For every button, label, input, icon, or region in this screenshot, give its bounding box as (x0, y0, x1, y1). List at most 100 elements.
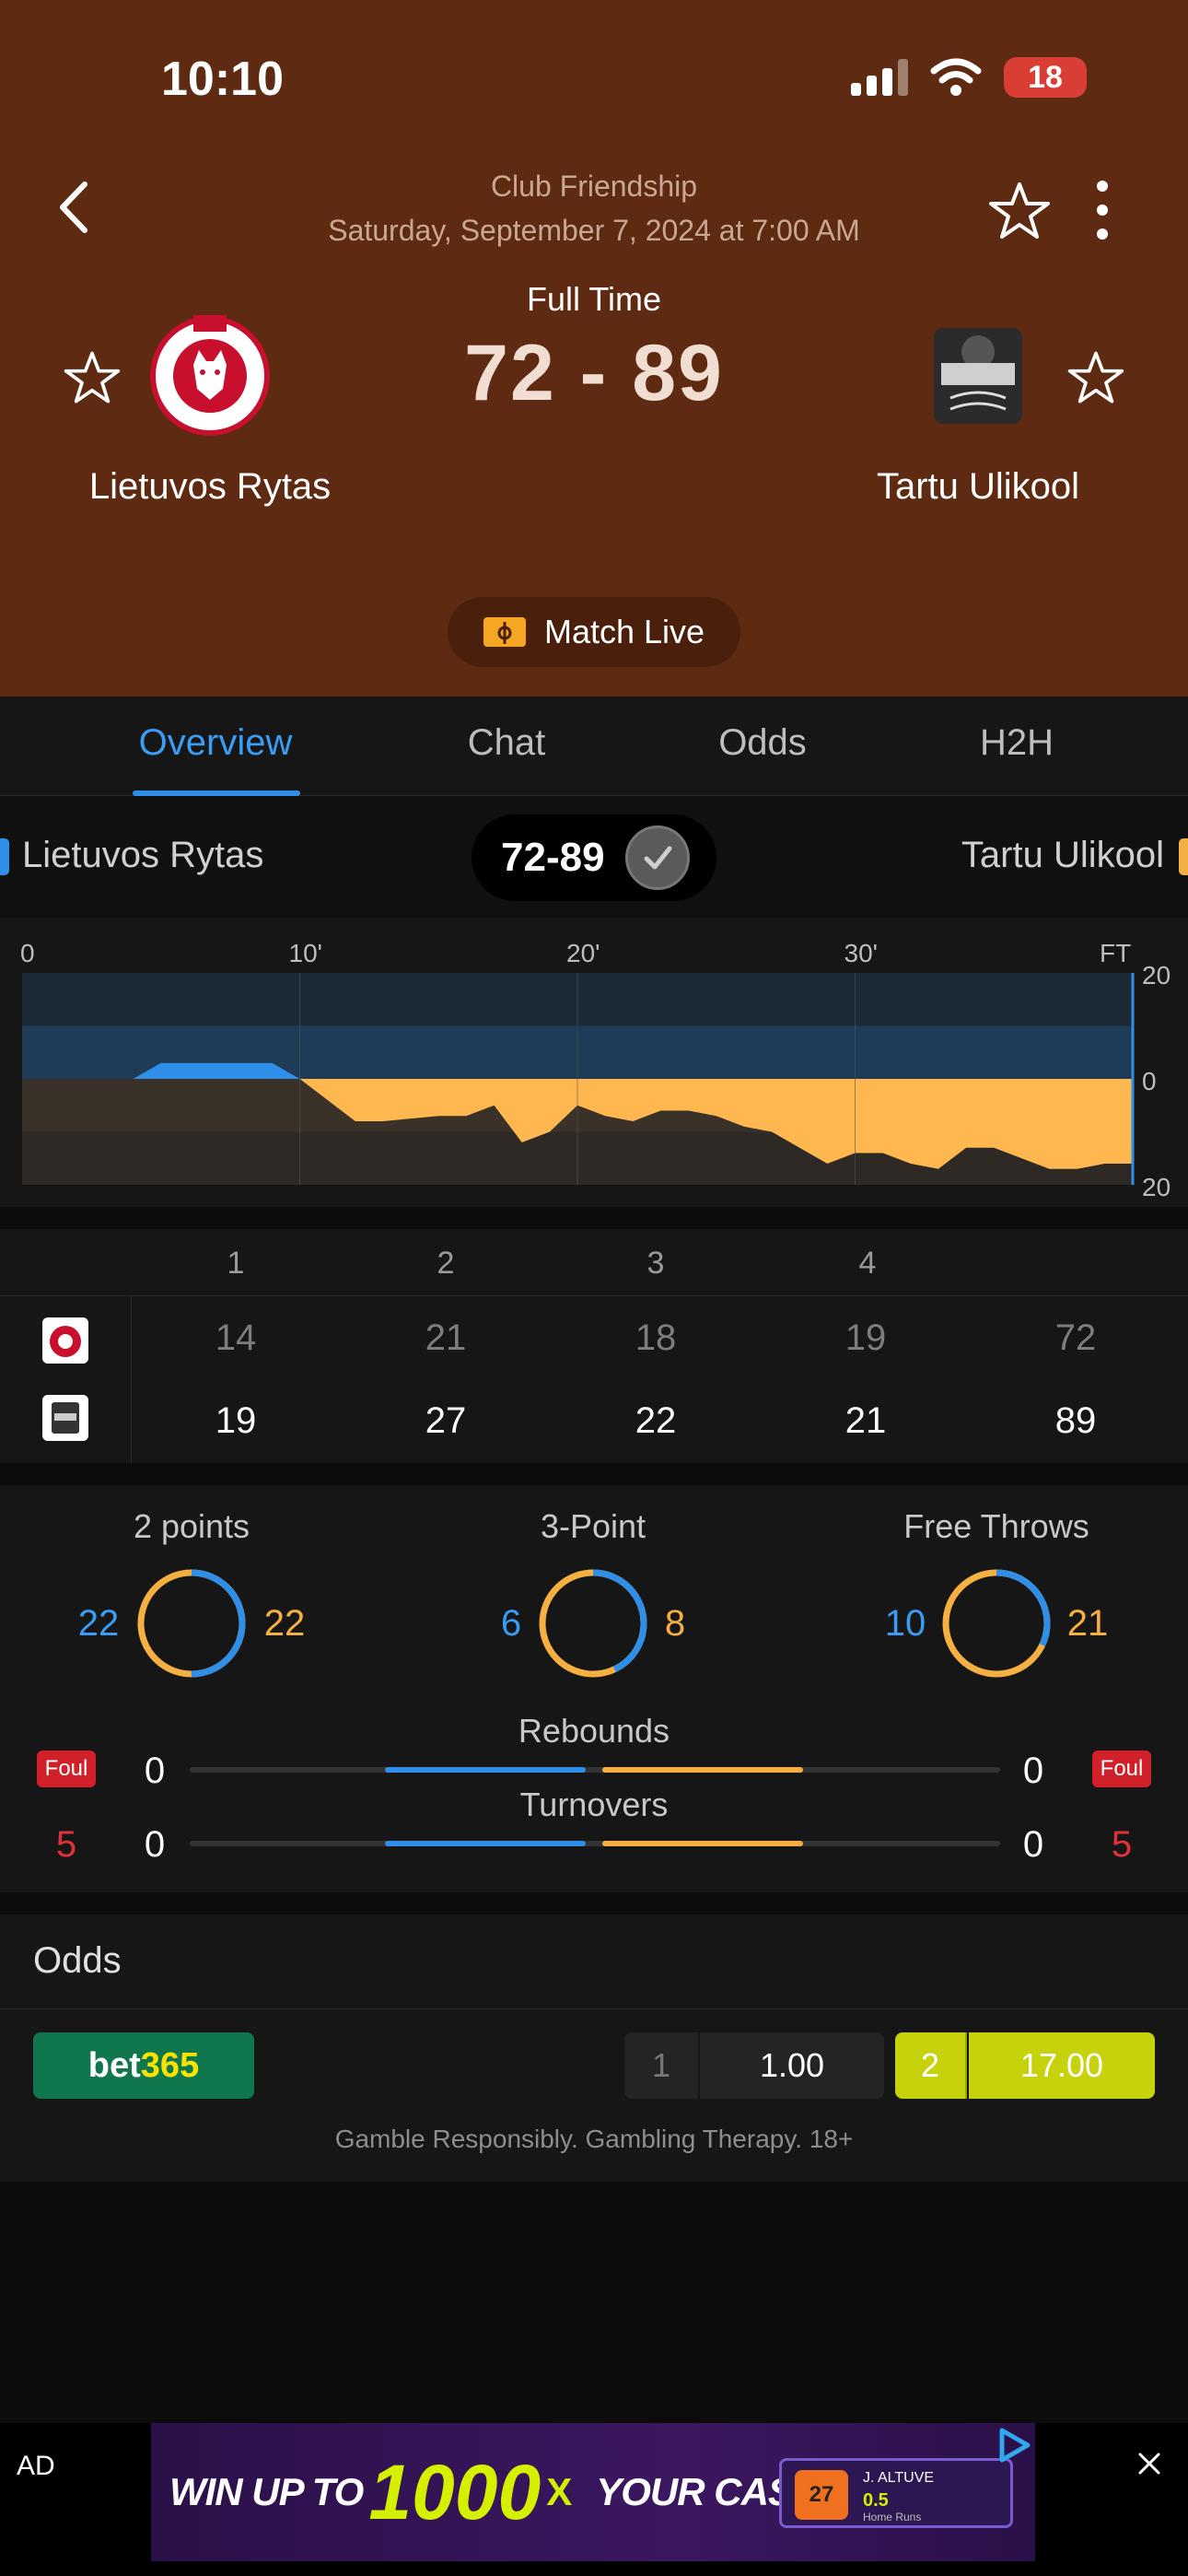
away-team-logo[interactable] (914, 310, 1042, 439)
home-odd-value[interactable]: 1.00 (700, 2032, 884, 2099)
away-team-name[interactable]: Tartu Ulikool (785, 466, 1171, 508)
away-color-marker (1179, 838, 1188, 875)
ad-area: AD WIN UP TO 1000 X YOUR CASH 27 J. ALTU… (0, 2423, 1188, 2576)
rebounds-away-bar (602, 1767, 803, 1773)
away-team-star-icon[interactable] (1066, 348, 1125, 407)
close-icon[interactable] (1131, 2445, 1168, 2482)
chart-y-tick: 20 (1142, 1173, 1171, 1201)
scorebar-score: 72-89 (501, 835, 605, 880)
divider (131, 1295, 132, 1463)
ad-label: AD (17, 2451, 55, 2481)
quarter-header-3: 3 (646, 1246, 665, 1281)
match-live-label: Match Live (543, 613, 705, 650)
status-time: 10:10 (161, 53, 284, 106)
home-team-star-icon[interactable] (63, 348, 122, 407)
tab-chat[interactable]: Chat (396, 722, 617, 764)
team-stats-panel: 2 points 3-Point Free Throws 22 22 6 8 1… (0, 1485, 1188, 1892)
home-q2: 21 (425, 1317, 467, 1358)
home-foul-count: 5 (55, 1824, 77, 1865)
home-turnovers: 0 (144, 1824, 166, 1865)
ad-player-stat: Home Runs (863, 2511, 922, 2523)
two-points-ring (137, 1569, 246, 1678)
home-2-points: 22 (77, 1603, 120, 1644)
ad-player-name: J. ALTUVE (863, 2470, 935, 2486)
away-total: 89 (1054, 1400, 1097, 1441)
ad-choices-icon[interactable] (995, 2427, 1031, 2464)
quarter-header-4: 4 (858, 1246, 877, 1281)
away-odd-label[interactable]: 2 (895, 2032, 967, 2099)
rebounds-label: Rebounds (518, 1712, 670, 1750)
bet365-logo-part1: bet (87, 2045, 141, 2085)
checkmark-icon (624, 825, 690, 890)
home-total: 72 (1054, 1317, 1097, 1358)
match-header: 10:10 18 Club Friendship Saturday, Septe… (0, 0, 1188, 697)
away-odd-value[interactable]: 17.00 (969, 2032, 1155, 2099)
home-q3: 18 (635, 1317, 677, 1358)
rebounds-home-bar (385, 1767, 586, 1773)
tab-odds[interactable]: Odds (652, 722, 873, 764)
tab-overview[interactable]: Overview (105, 722, 326, 764)
score-flow-chart: 0 10' 20' 30' FT 20 0 20 (0, 918, 1188, 1207)
bet365-logo[interactable]: bet 365 (33, 2032, 254, 2099)
status-icons: 18 (851, 57, 1087, 98)
home-q4: 19 (844, 1317, 887, 1358)
match-live-button[interactable]: Match Live (448, 597, 740, 667)
ad-player-card: 27 J. ALTUVE 0.5 Home Runs (779, 2458, 1013, 2528)
scorebar-home-team: Lietuvos Rytas (22, 835, 264, 875)
home-odd-label[interactable]: 1 (624, 2032, 698, 2099)
divider (0, 1295, 1188, 1296)
turnovers-away-bar (602, 1841, 803, 1846)
chart-y-tick: 0 (1142, 1067, 1157, 1095)
stat-title-2-points: 2 points (133, 1507, 250, 1545)
rebounds-bar-track (190, 1767, 1000, 1773)
home-free-throws: 10 (884, 1603, 926, 1644)
scorebar-score-pill: 72-89 (472, 814, 716, 901)
chart-x-tick: FT (1100, 939, 1131, 967)
ad-banner[interactable]: WIN UP TO 1000 X YOUR CASH 27 J. ALTUVE … (151, 2423, 1035, 2561)
away-free-throws: 21 (1066, 1603, 1109, 1644)
ad-big-number: 1000 (368, 2448, 542, 2535)
wifi-icon (930, 58, 982, 96)
gambling-disclaimer[interactable]: Gamble Responsibly. Gambling Therapy. 18… (0, 2125, 1188, 2154)
home-team-name[interactable]: Lietuvos Rytas (17, 466, 403, 508)
ad-text-1: WIN UP TO (169, 2470, 364, 2513)
quarter-header-2: 2 (437, 1246, 455, 1281)
ad-player-value: 0.5 (863, 2490, 889, 2511)
away-3-point: 8 (664, 1603, 686, 1644)
away-turnovers: 0 (1022, 1824, 1044, 1865)
chart-x-tick: 20' (566, 939, 600, 967)
favorite-star-icon[interactable] (987, 179, 1052, 243)
chart-y-tick: 20 (1142, 961, 1171, 989)
odds-section: Odds bet 365 1 1.00 2 17.00 Gamble Respon… (0, 1914, 1188, 2182)
turnovers-label: Turnovers (519, 1786, 669, 1823)
turnovers-home-bar (385, 1841, 586, 1846)
home-foul-badge: Foul (37, 1751, 96, 1787)
court-icon (483, 617, 526, 647)
more-options-icon[interactable] (1089, 181, 1116, 240)
away-q2: 27 (425, 1400, 467, 1441)
chart-x-tick: 30' (844, 939, 879, 967)
stat-title-free-throws: Free Throws (903, 1507, 1089, 1545)
turnovers-bar-track (190, 1841, 1000, 1846)
tab-bar: Overview Chat Odds H2H (0, 697, 1188, 796)
quarter-header-1: 1 (227, 1246, 245, 1281)
free-throws-ring (942, 1569, 1051, 1678)
home-3-point: 6 (500, 1603, 522, 1644)
away-team-mini-logo (42, 1395, 88, 1441)
tab-h2h[interactable]: H2H (906, 722, 1127, 764)
chart-x-tick: 10' (289, 939, 323, 967)
battery-indicator: 18 (1004, 57, 1087, 98)
score-flow-chart-svg: 0 10' 20' 30' FT 20 0 20 (20, 939, 1171, 1201)
chart-x-tick: 0 (20, 939, 35, 967)
home-team-logo[interactable] (146, 310, 274, 439)
divider (0, 2008, 1188, 2009)
home-q1: 14 (215, 1317, 257, 1358)
odds-title: Odds (33, 1940, 122, 1981)
home-color-marker (0, 838, 9, 875)
away-q4: 21 (844, 1400, 887, 1441)
stat-title-3-point: 3-Point (540, 1507, 646, 1545)
home-team-mini-logo (42, 1317, 88, 1364)
away-2-points: 22 (263, 1603, 306, 1644)
away-q1: 19 (215, 1400, 257, 1441)
jersey-icon: 27 (795, 2470, 848, 2520)
